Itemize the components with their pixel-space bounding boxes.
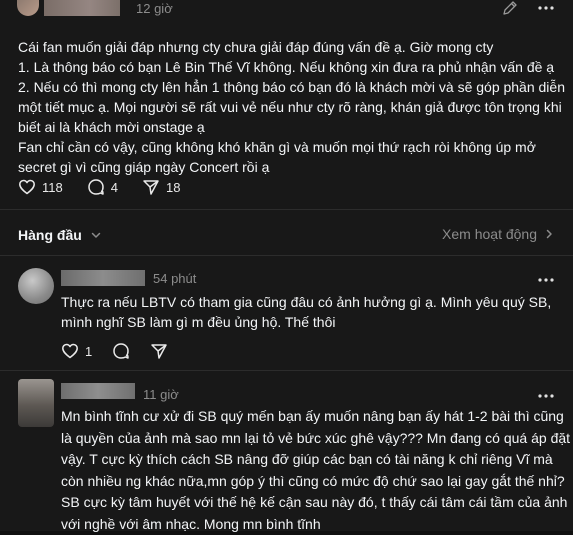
comment-count: 4 xyxy=(111,180,118,195)
share-icon xyxy=(150,342,168,360)
share-count: 18 xyxy=(166,180,180,195)
reply-avatar[interactable] xyxy=(18,268,54,304)
post-header: 12 giờ xyxy=(0,0,573,24)
reply-time: 54 phút xyxy=(153,271,196,286)
reply-line: Thực ra nếu LBTV có tham gia cũng đâu có… xyxy=(61,292,551,312)
more-icon[interactable] xyxy=(536,273,556,287)
reply-line: với nghề với âm nhạc. Mong mn bình tĩnh xyxy=(61,514,573,535)
reply-line: Mn bình tĩnh cư xử đi SB quý mến bạn ấy … xyxy=(61,406,573,428)
reply-actions: 1 xyxy=(61,342,192,360)
post-line: 1. Là thông báo có bạn Lê Bin Thế Vĩ khô… xyxy=(18,57,558,77)
author-name-redacted[interactable] xyxy=(44,0,120,16)
reply-line: là quyền của ảnh mà sao mn lại tỏ vẻ bức… xyxy=(61,428,573,450)
post-actions: 118 4 18 xyxy=(18,178,204,196)
divider xyxy=(0,255,573,256)
more-icon[interactable] xyxy=(536,1,556,15)
reply-line: vậy. T cực kỳ thích cách SB nâng đỡ giúp… xyxy=(61,449,573,471)
more-icon[interactable] xyxy=(536,389,556,403)
share-button[interactable] xyxy=(150,342,168,360)
reply-line: còn nhiều ng khác nữa,mn góp ý thì cũng … xyxy=(61,471,573,493)
heart-icon xyxy=(61,342,79,360)
reply-body: Mn bình tĩnh cư xử đi SB quý mến bạn ấy … xyxy=(61,406,573,535)
post-line: 2. Nếu có thì mong cty lên hẳn 1 thông b… xyxy=(18,77,558,97)
post-line: Fan chỉ cần có vậy, cũng không khó khăn … xyxy=(18,137,558,157)
sort-dropdown[interactable]: Hàng đầu xyxy=(18,227,102,243)
chevron-down-icon xyxy=(90,229,102,241)
share-icon xyxy=(142,178,160,196)
sort-label: Hàng đầu xyxy=(18,227,82,243)
comment-button[interactable] xyxy=(112,342,130,360)
reply-author-redacted[interactable] xyxy=(61,383,135,399)
post-line: một tiết mục ạ. Mọi người sẽ rất vui vẻ … xyxy=(18,97,558,117)
reply-line: mình nghĩ SB làm gì m đều ủng hộ. Thế th… xyxy=(61,312,551,332)
post-time: 12 giờ xyxy=(136,1,173,16)
post-line: secret gì vì cũng giáp ngày Concert rồi … xyxy=(18,157,558,177)
reply-body: Thực ra nếu LBTV có tham gia cũng đâu có… xyxy=(61,292,551,332)
comment-button[interactable]: 4 xyxy=(87,178,118,196)
comment-icon xyxy=(87,178,105,196)
heart-icon xyxy=(18,178,36,196)
post-line: biết ai là khách mời onstage ạ xyxy=(18,117,558,137)
like-button[interactable]: 118 xyxy=(18,178,63,196)
reply-line: SB cực kỳ tâm huyết với thế hệ kế cận sa… xyxy=(61,492,573,514)
divider xyxy=(0,209,573,210)
reply-avatar[interactable] xyxy=(18,379,54,427)
like-count: 1 xyxy=(85,344,92,359)
view-activity-link[interactable]: Xem hoạt động xyxy=(442,226,555,242)
share-button[interactable]: 18 xyxy=(142,178,180,196)
divider xyxy=(0,370,573,371)
edit-icon[interactable] xyxy=(502,0,518,16)
chevron-right-icon xyxy=(543,228,555,240)
comment-icon xyxy=(112,342,130,360)
reply-time: 11 giờ xyxy=(143,387,179,402)
post-body: Cái fan muốn giải đáp nhưng cty chưa giả… xyxy=(18,37,558,177)
view-activity-label: Xem hoạt động xyxy=(442,226,537,242)
post-line: Cái fan muốn giải đáp nhưng cty chưa giả… xyxy=(18,37,558,57)
like-count: 118 xyxy=(42,180,63,195)
thread-panel: 12 giờ Cái fan muốn giải đáp nhưng cty c… xyxy=(0,0,573,531)
like-button[interactable]: 1 xyxy=(61,342,92,360)
author-avatar[interactable] xyxy=(17,0,39,16)
reply-author-redacted[interactable] xyxy=(61,270,145,286)
